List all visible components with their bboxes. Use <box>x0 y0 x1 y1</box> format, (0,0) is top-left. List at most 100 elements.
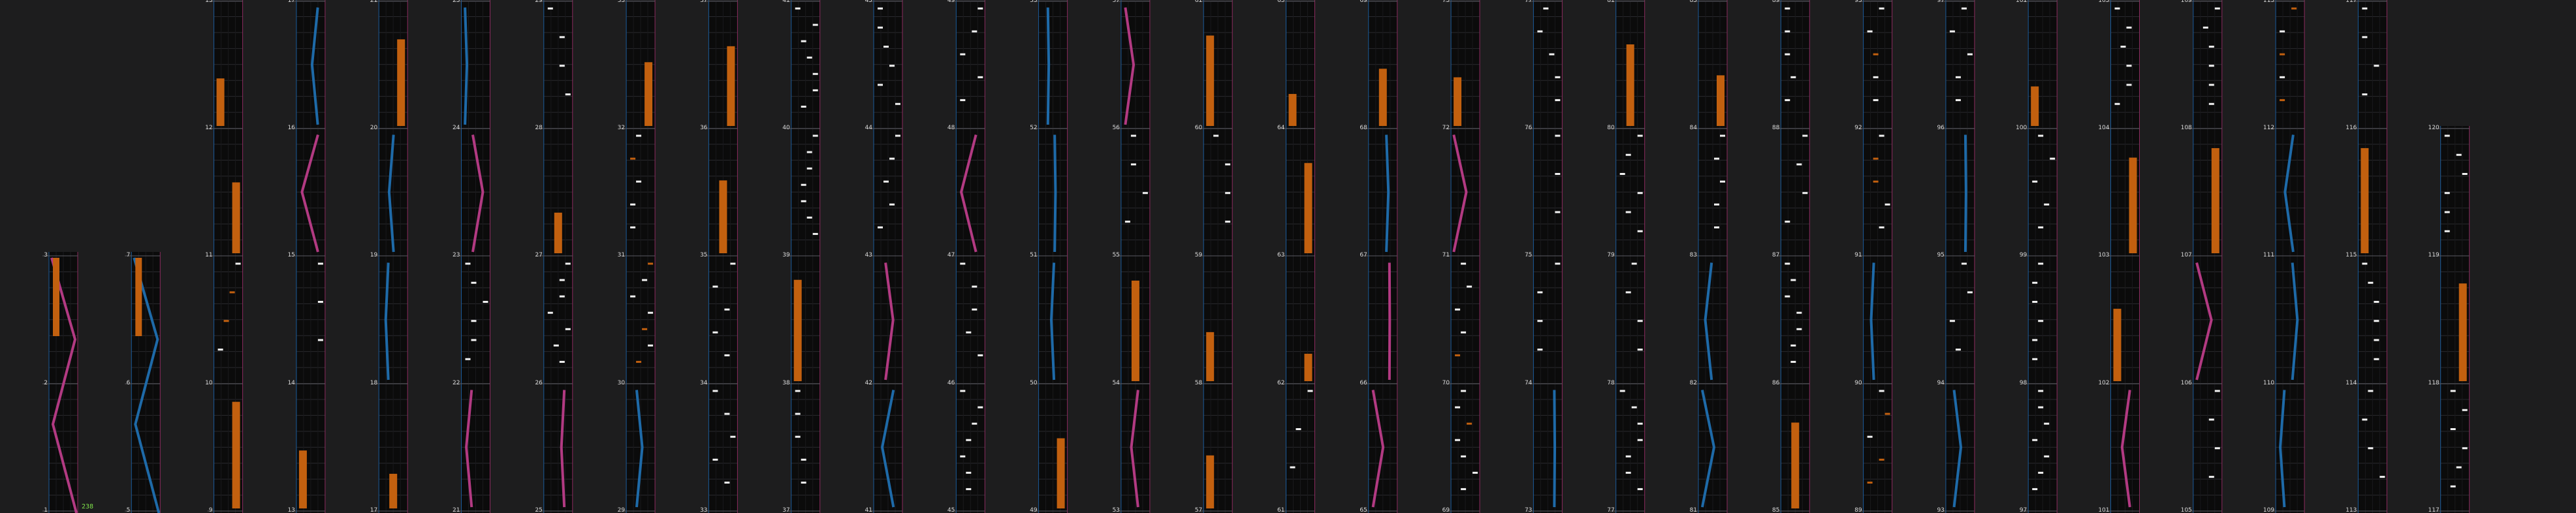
tap-note <box>317 301 323 303</box>
tap-note <box>801 105 806 108</box>
measure-number: 42 <box>865 380 872 386</box>
tap-note <box>1625 153 1631 156</box>
measure-number: 22 <box>453 380 460 386</box>
tap-note <box>883 46 889 48</box>
tap-note <box>2374 65 2379 67</box>
measure-number: 90 <box>1854 380 1862 386</box>
tap-note <box>966 331 972 334</box>
chart-column: 1 2 3 <box>42 252 78 513</box>
hold-note <box>232 401 240 508</box>
hold-note <box>53 258 59 336</box>
chart-overview[interactable]: 1235679101112131314151617171819202121222… <box>0 0 2576 513</box>
tap-note <box>1225 221 1231 223</box>
tap-note <box>2044 203 2050 206</box>
measure-number: 111 <box>2263 252 2274 258</box>
tap-note <box>1455 406 1461 409</box>
measure-number: 59 <box>1195 252 1203 258</box>
measure-number: 29 <box>535 0 543 4</box>
measure-number: 79 <box>1607 252 1615 258</box>
measure-number: 118 <box>2428 380 2440 386</box>
tap-note <box>806 56 812 59</box>
tap-note <box>806 216 812 219</box>
tap-note <box>795 435 801 438</box>
measure-number: 41 <box>865 507 872 513</box>
tap-note <box>960 455 966 458</box>
tap-note <box>1802 134 1808 137</box>
tap-note <box>559 295 565 298</box>
tap-note <box>2456 153 2462 156</box>
tap-note <box>2444 211 2450 213</box>
measure-number: 86 <box>1772 380 1780 386</box>
measure-number: 81 <box>1690 507 1697 513</box>
tap-note <box>1949 320 1955 322</box>
tap-note <box>1537 349 1543 351</box>
tap-note <box>1884 203 1890 206</box>
measure-number: 97 <box>2020 507 2027 513</box>
measure-number: 100 <box>2016 125 2027 131</box>
tap-note <box>801 183 806 186</box>
tap-note <box>1467 422 1472 425</box>
tap-note <box>1955 99 1961 101</box>
measure-number: 53 <box>1112 507 1119 513</box>
chart-column: 105 106 107 108 109 <box>2181 0 2223 513</box>
measure-number: 89 <box>1772 0 1780 4</box>
tap-note <box>1290 466 1296 469</box>
tap-note <box>960 53 966 55</box>
measure-number: 104 <box>2098 125 2109 131</box>
tap-note <box>2280 30 2285 33</box>
hold-note <box>2031 86 2039 126</box>
tap-note <box>812 72 818 75</box>
measure-number: 113 <box>2345 507 2357 513</box>
tap-note <box>471 281 477 284</box>
tap-note <box>2114 102 2120 105</box>
tap-note <box>1467 285 1472 288</box>
chart-column: 41 42 43 44 45 <box>865 0 903 513</box>
tap-note <box>223 320 229 322</box>
tap-note <box>648 311 654 314</box>
tap-note <box>1625 291 1631 294</box>
tap-note <box>2202 26 2208 29</box>
tap-note <box>1631 406 1637 409</box>
tap-note <box>2038 390 2044 392</box>
tap-note <box>2126 26 2132 29</box>
measure-number: 61 <box>1277 507 1284 513</box>
tap-note <box>801 458 806 461</box>
measure-number: 55 <box>1112 252 1119 258</box>
tap-note <box>712 390 718 392</box>
tap-note <box>1873 157 1879 160</box>
measure-number: 25 <box>535 507 542 513</box>
tap-note <box>2280 76 2285 78</box>
chart-column: 89 90 91 92 93 <box>1854 0 1893 513</box>
measure-number: 84 <box>1690 125 1698 131</box>
tap-note <box>630 226 636 228</box>
tap-note <box>2044 422 2050 425</box>
chart-column: 5 6 7 <box>125 252 161 513</box>
tap-note <box>724 412 730 415</box>
tap-note <box>806 151 812 153</box>
tap-note <box>966 488 972 490</box>
tap-note <box>2032 301 2038 303</box>
tap-note <box>636 134 642 137</box>
tap-note <box>1790 344 1796 347</box>
tap-note <box>1124 221 1130 223</box>
hold-note <box>232 182 240 253</box>
tap-note <box>1555 173 1561 175</box>
tap-note <box>878 7 883 10</box>
measure-number: 64 <box>1277 125 1285 131</box>
tap-note <box>1796 163 1802 166</box>
tap-note <box>878 84 883 86</box>
measure-number: 107 <box>2181 252 2192 258</box>
measure-number: 36 <box>700 125 708 131</box>
chart-column: 101 102 103 104 105 <box>2098 0 2140 513</box>
tap-note <box>1637 192 1643 194</box>
measure-number: 27 <box>535 252 542 258</box>
measure-number: 57 <box>1112 0 1119 4</box>
chart-column: 73 74 75 76 77 <box>1525 0 1563 513</box>
measure-number: 88 <box>1772 125 1780 131</box>
hold-note <box>727 46 735 126</box>
tap-note <box>878 226 883 228</box>
measure-number: 66 <box>1360 380 1367 386</box>
tap-note <box>317 339 323 341</box>
measure-number: 106 <box>2181 380 2192 386</box>
measure-number: 63 <box>1277 252 1284 258</box>
